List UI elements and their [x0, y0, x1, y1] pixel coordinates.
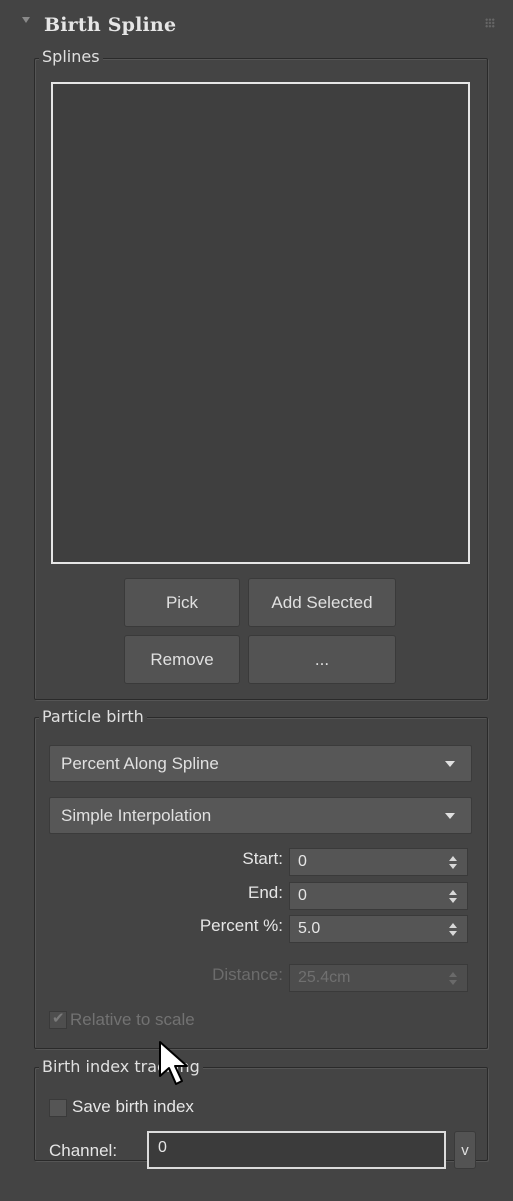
distance-label: Distance: [212, 965, 283, 984]
relative-to-scale-label: Relative to scale [70, 1010, 195, 1029]
checkmark-icon: ✔ [52, 1009, 65, 1027]
pick-button[interactable]: Pick [124, 578, 240, 627]
channel-label: Channel: [49, 1141, 118, 1160]
relative-to-scale-checkbox: ✔ [49, 1009, 67, 1029]
splines-list[interactable] [51, 82, 470, 564]
dropdown-arrow-icon [445, 813, 455, 819]
percent-spinner[interactable]: 5.0 [289, 915, 468, 943]
save-birth-index-label[interactable]: Save birth index [72, 1097, 194, 1117]
interpolation-dropdown[interactable]: Simple Interpolation [49, 797, 472, 834]
rollout-title: Birth Spline [44, 14, 177, 36]
spinner-arrows-icon[interactable] [449, 856, 457, 870]
start-value: 0 [298, 853, 307, 870]
mouse-cursor-icon [159, 1041, 188, 1085]
save-birth-index-checkbox[interactable] [49, 1099, 67, 1117]
end-spinner[interactable]: 0 [289, 882, 468, 910]
channel-field[interactable] [147, 1131, 446, 1169]
birth-mode-dropdown[interactable]: Percent Along Spline [49, 745, 472, 782]
splines-group-label: Splines [39, 47, 103, 67]
interpolation-value: Simple Interpolation [61, 806, 212, 825]
rollout-header[interactable]: Birth Spline [0, 0, 513, 46]
distance-value: 25.4cm [298, 969, 351, 986]
collapse-arrow-icon[interactable] [22, 17, 30, 23]
start-label: Start: [242, 849, 283, 868]
end-label: End: [248, 883, 283, 902]
birth-spline-rollout: Birth Spline Splines Pick Add Selected R… [0, 0, 513, 1201]
dropdown-arrow-icon [445, 761, 455, 767]
add-selected-button[interactable]: Add Selected [248, 578, 396, 627]
distance-spinner: 25.4cm [289, 964, 468, 992]
spinner-arrows-icon[interactable] [449, 890, 457, 904]
remove-button[interactable]: Remove [124, 635, 240, 684]
particle-birth-group-label: Particle birth [39, 707, 147, 727]
birth-mode-value: Percent Along Spline [61, 754, 219, 773]
percent-value: 5.0 [298, 920, 321, 937]
grip-icon[interactable] [485, 18, 495, 28]
channel-menu-button[interactable]: v [454, 1131, 476, 1169]
end-value: 0 [298, 887, 307, 904]
spinner-arrows-icon[interactable] [449, 923, 457, 937]
percent-label: Percent %: [199, 916, 283, 935]
spinner-arrows-icon [449, 972, 457, 986]
start-spinner[interactable]: 0 [289, 848, 468, 876]
channel-input[interactable] [149, 1133, 444, 1167]
more-button[interactable]: ... [248, 635, 396, 684]
